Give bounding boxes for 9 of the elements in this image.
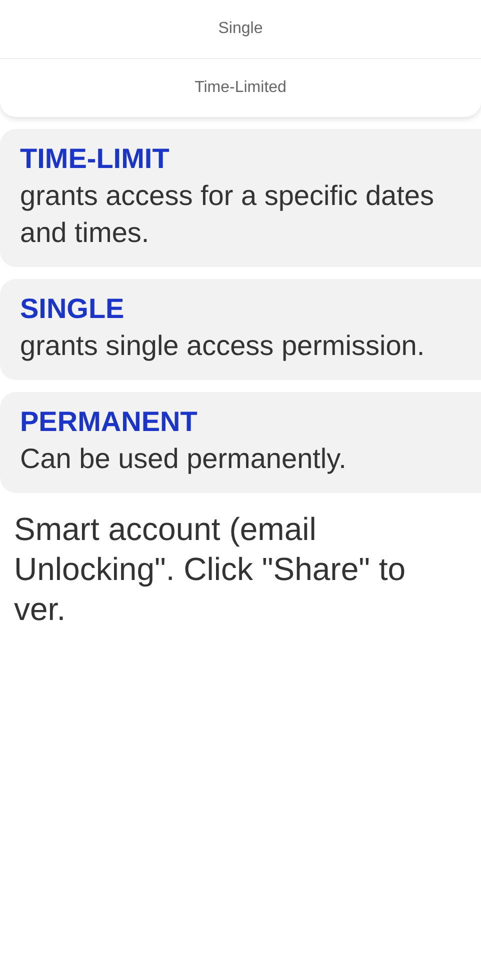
description-title: PERMANENT (20, 405, 198, 439)
option-item[interactable]: Single (0, 0, 481, 58)
description-text: Can be used permanently. (20, 442, 348, 476)
note-text: Smart account (email Unlocking". Click "Share" to ver. (13, 510, 407, 629)
description-text: grants single access permission. (20, 329, 426, 363)
description-title: TIME-LIMIT (20, 142, 170, 176)
description-text: grants access for a specific dates and times. (20, 179, 435, 250)
description-title: SINGLE (20, 292, 126, 326)
option-item[interactable]: Time-Limited (0, 59, 481, 117)
